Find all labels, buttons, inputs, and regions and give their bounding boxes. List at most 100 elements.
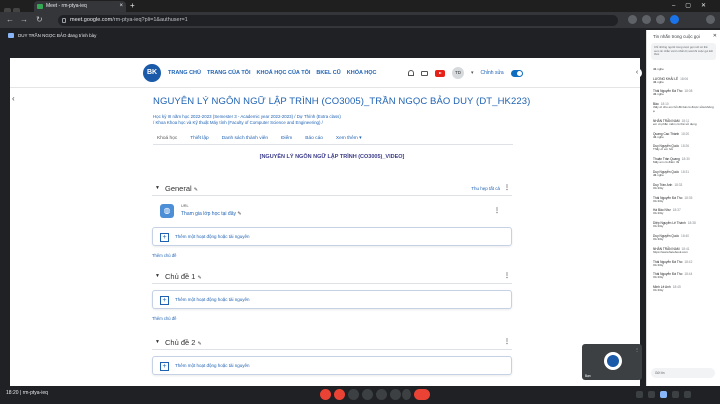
close-icon[interactable]: ✕	[713, 33, 717, 39]
new-tab-button[interactable]: +	[130, 0, 135, 12]
navbar-right: TD ▾ Chỉnh sửa	[408, 67, 523, 79]
more-options-icon[interactable]	[402, 389, 411, 400]
tab-grades[interactable]: Điểm	[281, 136, 292, 141]
message-time: 18:08	[684, 89, 693, 94]
menu-item-old-bkel[interactable]: BKEL CŨ	[316, 70, 340, 76]
menu-item-my-courses[interactable]: KHOÁ HỌC CỦA TÔI	[257, 70, 311, 76]
reload-icon[interactable]: ↻	[36, 12, 43, 28]
activity-menu-icon[interactable]: ⋮	[494, 207, 500, 214]
message-text: Ok thầy	[653, 224, 664, 229]
message-time: 18:38	[687, 221, 696, 226]
pencil-icon[interactable]: ✎	[198, 275, 202, 281]
edit-mode-toggle[interactable]	[510, 69, 523, 77]
address-bar[interactable]: meet.google.com/rm-ptya-ieq?pli=1&authus…	[58, 15, 618, 26]
tab-participants[interactable]: Danh sách thành viên	[222, 136, 268, 141]
chat-message: Duy Trần Anh 18:33 Ok thầy	[647, 181, 720, 194]
presenter-label: DUY TRẦN NGỌC BẢO đang trình bày	[18, 33, 97, 38]
menu-item-courses[interactable]: KHÓA HỌC	[347, 70, 377, 76]
present-icon[interactable]	[376, 389, 387, 400]
edit-mode-label: Chỉnh sửa	[480, 70, 504, 76]
activities-icon[interactable]	[672, 391, 679, 398]
raise-hand-icon[interactable]	[390, 389, 401, 400]
add-activity-label: Thêm một hoạt động hoặc tài nguyên	[175, 363, 250, 368]
chat-icon[interactable]	[660, 391, 667, 398]
bookmark-icon[interactable]	[642, 15, 651, 24]
browser-tab-meet[interactable]: Meet - rm-ptya-ieq ×	[34, 1, 126, 12]
add-activity-button[interactable]: + Thêm một hoạt động hoặc tài nguyên	[152, 227, 512, 246]
add-activity-label: Thêm một hoạt động hoặc tài nguyên	[175, 297, 250, 302]
chevron-down-icon[interactable]: ▼	[155, 273, 160, 279]
section-menu-icon[interactable]: ⋮	[504, 272, 510, 279]
meeting-stage: BK TRANG CHỦ TRANG CỦA TÔI KHOÁ HỌC CỦA …	[0, 42, 646, 386]
add-section-link[interactable]: Thêm chủ đề	[152, 316, 512, 321]
presentation-status-bar: DUY TRẦN NGỌC BẢO đang trình bày	[0, 30, 646, 42]
emoji-icon[interactable]	[362, 389, 373, 400]
tab-course[interactable]: Khoá học	[157, 136, 177, 141]
university-logo[interactable]: BK	[143, 64, 161, 82]
profile-icon[interactable]	[656, 15, 665, 24]
pencil-icon[interactable]: ✎	[198, 341, 202, 347]
add-section-link[interactable]: Thêm chủ đề	[152, 253, 512, 258]
message-text: Ok thầy	[653, 262, 664, 267]
captions-icon[interactable]	[348, 389, 359, 400]
info-icon[interactable]	[636, 391, 643, 398]
self-view-tile[interactable]: ⋮ Bạn	[582, 344, 642, 380]
pencil-icon[interactable]: ✎	[237, 211, 241, 217]
chat-message: Diệp Nguyễn Lê Thành 18:38 Ok thầy	[647, 219, 720, 232]
browser-toolbar: ← → ↻ meet.google.com/rm-ptya-ieq?pli=1&…	[0, 12, 720, 28]
add-activity-button[interactable]: + Thêm một hoạt động hoặc tài nguyên	[152, 290, 512, 309]
browser-menu-icon[interactable]	[706, 15, 715, 24]
chevron-left-icon[interactable]: ‹	[632, 68, 642, 78]
camera-off-icon[interactable]	[334, 389, 345, 400]
chat-message: LƯƠNG KHẢI LÊ 18:06 đã nghe	[647, 75, 720, 88]
section-header: ▼ Chủ đề 1 ✎ ⋮	[152, 272, 512, 284]
leave-call-button[interactable]	[414, 389, 430, 400]
course-banner: [NGUYÊN LÝ NGÔN NGỮ LẬP TRÌNH (CO3005)_V…	[259, 154, 405, 160]
section-menu-icon[interactable]: ⋮	[504, 184, 510, 191]
more-options-icon[interactable]: ⋮	[635, 347, 639, 352]
user-avatar[interactable]: TD	[452, 67, 464, 79]
chevron-down-icon[interactable]: ▼	[155, 339, 160, 345]
account-icon[interactable]	[670, 15, 679, 24]
message-time: 18:30	[681, 157, 690, 162]
chat-message: Bảo 18:10 thầy ơi cho em hỏi đề bài có đượ…	[647, 100, 720, 117]
message-time: 18:20	[681, 131, 690, 136]
message-time: 18:37	[672, 208, 681, 213]
plus-icon: +	[160, 296, 169, 305]
forward-icon[interactable]: →	[20, 12, 28, 28]
chat-input[interactable]: Gửi tin	[651, 368, 715, 378]
messages-icon[interactable]	[421, 70, 428, 76]
message-text: đã nghe	[653, 172, 664, 177]
chat-message: Duy Nguyễn Quốc 18:31 đã nghe	[647, 168, 720, 181]
youtube-icon[interactable]	[435, 69, 445, 77]
notification-bell-icon[interactable]	[408, 70, 414, 76]
menu-item-my-page[interactable]: TRANG CỦA TÔI	[207, 70, 251, 76]
chevron-down-icon[interactable]: ▼	[155, 185, 160, 191]
extensions-icon[interactable]	[628, 15, 637, 24]
chat-privacy-note: Chỉ những người trong cuộc gọi mới có th…	[651, 43, 716, 60]
tab-more[interactable]: Xem thêm ▾	[336, 136, 362, 141]
tab-close-icon[interactable]: ×	[119, 1, 123, 12]
menu-item-home[interactable]: TRANG CHỦ	[168, 70, 201, 76]
activity-link[interactable]: Tham gia lớp học tại đây ✎	[181, 211, 242, 217]
host-controls-icon[interactable]	[684, 391, 691, 398]
back-icon[interactable]: ←	[6, 12, 14, 28]
window-controls[interactable]: –▢✕	[672, 0, 716, 12]
breadcrumb-faculty[interactable]: / Khoa Khoa học và Kỹ thuật Máy tính (Fa…	[153, 120, 521, 126]
pencil-icon[interactable]: ✎	[194, 187, 198, 193]
section-menu-icon[interactable]: ⋮	[504, 338, 510, 345]
add-activity-button[interactable]: + Thêm một hoạt động hoặc tài nguyên	[152, 356, 512, 375]
tab-settings[interactable]: Thiết lập	[190, 136, 208, 141]
message-text: đã nghe	[653, 66, 664, 71]
message-time: 18:45	[672, 285, 681, 290]
tab-reports[interactable]: Báo cáo	[305, 136, 323, 141]
chat-message: Thuận Trần Quang 18:30 Mấy em có điểm rồi	[647, 155, 720, 168]
mic-off-icon[interactable]	[320, 389, 331, 400]
collapse-all-link[interactable]: Thu hẹp tất cả	[471, 186, 500, 191]
chat-message: Quang Cao Thành 18:20 đã nghe	[647, 130, 720, 143]
people-icon[interactable]	[648, 391, 655, 398]
drawer-toggle-icon[interactable]: ‹	[12, 94, 15, 103]
chevron-down-icon[interactable]: ▾	[471, 70, 474, 76]
message-time: 18:42	[684, 259, 693, 264]
message-time: 18:40	[681, 233, 690, 238]
